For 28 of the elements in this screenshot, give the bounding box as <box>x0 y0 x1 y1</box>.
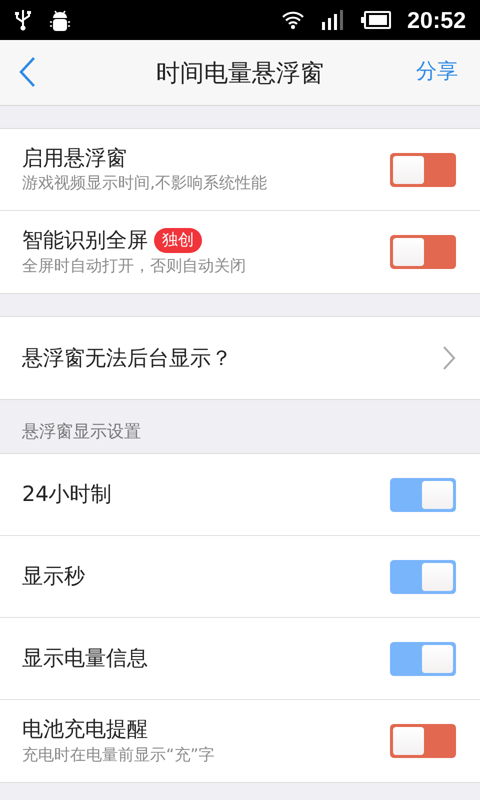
page-title: 时间电量悬浮窗 <box>156 58 324 88</box>
toggle-switch[interactable] <box>390 235 456 269</box>
setting-title: 智能识别全屏 <box>22 227 148 254</box>
battery-icon <box>361 11 392 29</box>
setting-description: 全屏时自动打开，否则自动关闭 <box>22 256 246 277</box>
toggle-switch[interactable] <box>390 724 456 758</box>
setting-description: 充电时在电量前显示“充”字 <box>22 744 215 766</box>
setting-title: 悬浮窗无法后台显示？ <box>22 344 232 372</box>
toggle-switch[interactable] <box>390 152 456 186</box>
list-item[interactable]: 悬浮窗无法后台显示？ <box>0 317 480 399</box>
clock-time: 20:52 <box>407 6 466 35</box>
chevron-icon <box>442 345 456 371</box>
setting-title: 启用悬浮窗 <box>22 144 127 172</box>
toggle-switch[interactable] <box>390 642 456 676</box>
setting-title: 电池充电提醒 <box>22 716 148 743</box>
wifi-icon <box>281 10 306 30</box>
setting-title: 24小时制 <box>22 481 112 508</box>
toggle-switch[interactable] <box>390 478 456 512</box>
setting-title: 显示电量信息 <box>22 645 148 672</box>
setting-title: 显示秒 <box>22 563 85 590</box>
signal-icon <box>321 10 346 30</box>
badge-label: 独创 <box>154 228 202 253</box>
setting-description: 游戏视频显示时间,不影响系统性能 <box>22 173 268 194</box>
toggle-switch[interactable] <box>390 560 456 594</box>
usb-icon <box>14 8 32 32</box>
back-button[interactable] <box>18 56 36 88</box>
back-icon <box>18 56 36 88</box>
section-heading: 悬浮窗显示设置 <box>22 420 141 444</box>
